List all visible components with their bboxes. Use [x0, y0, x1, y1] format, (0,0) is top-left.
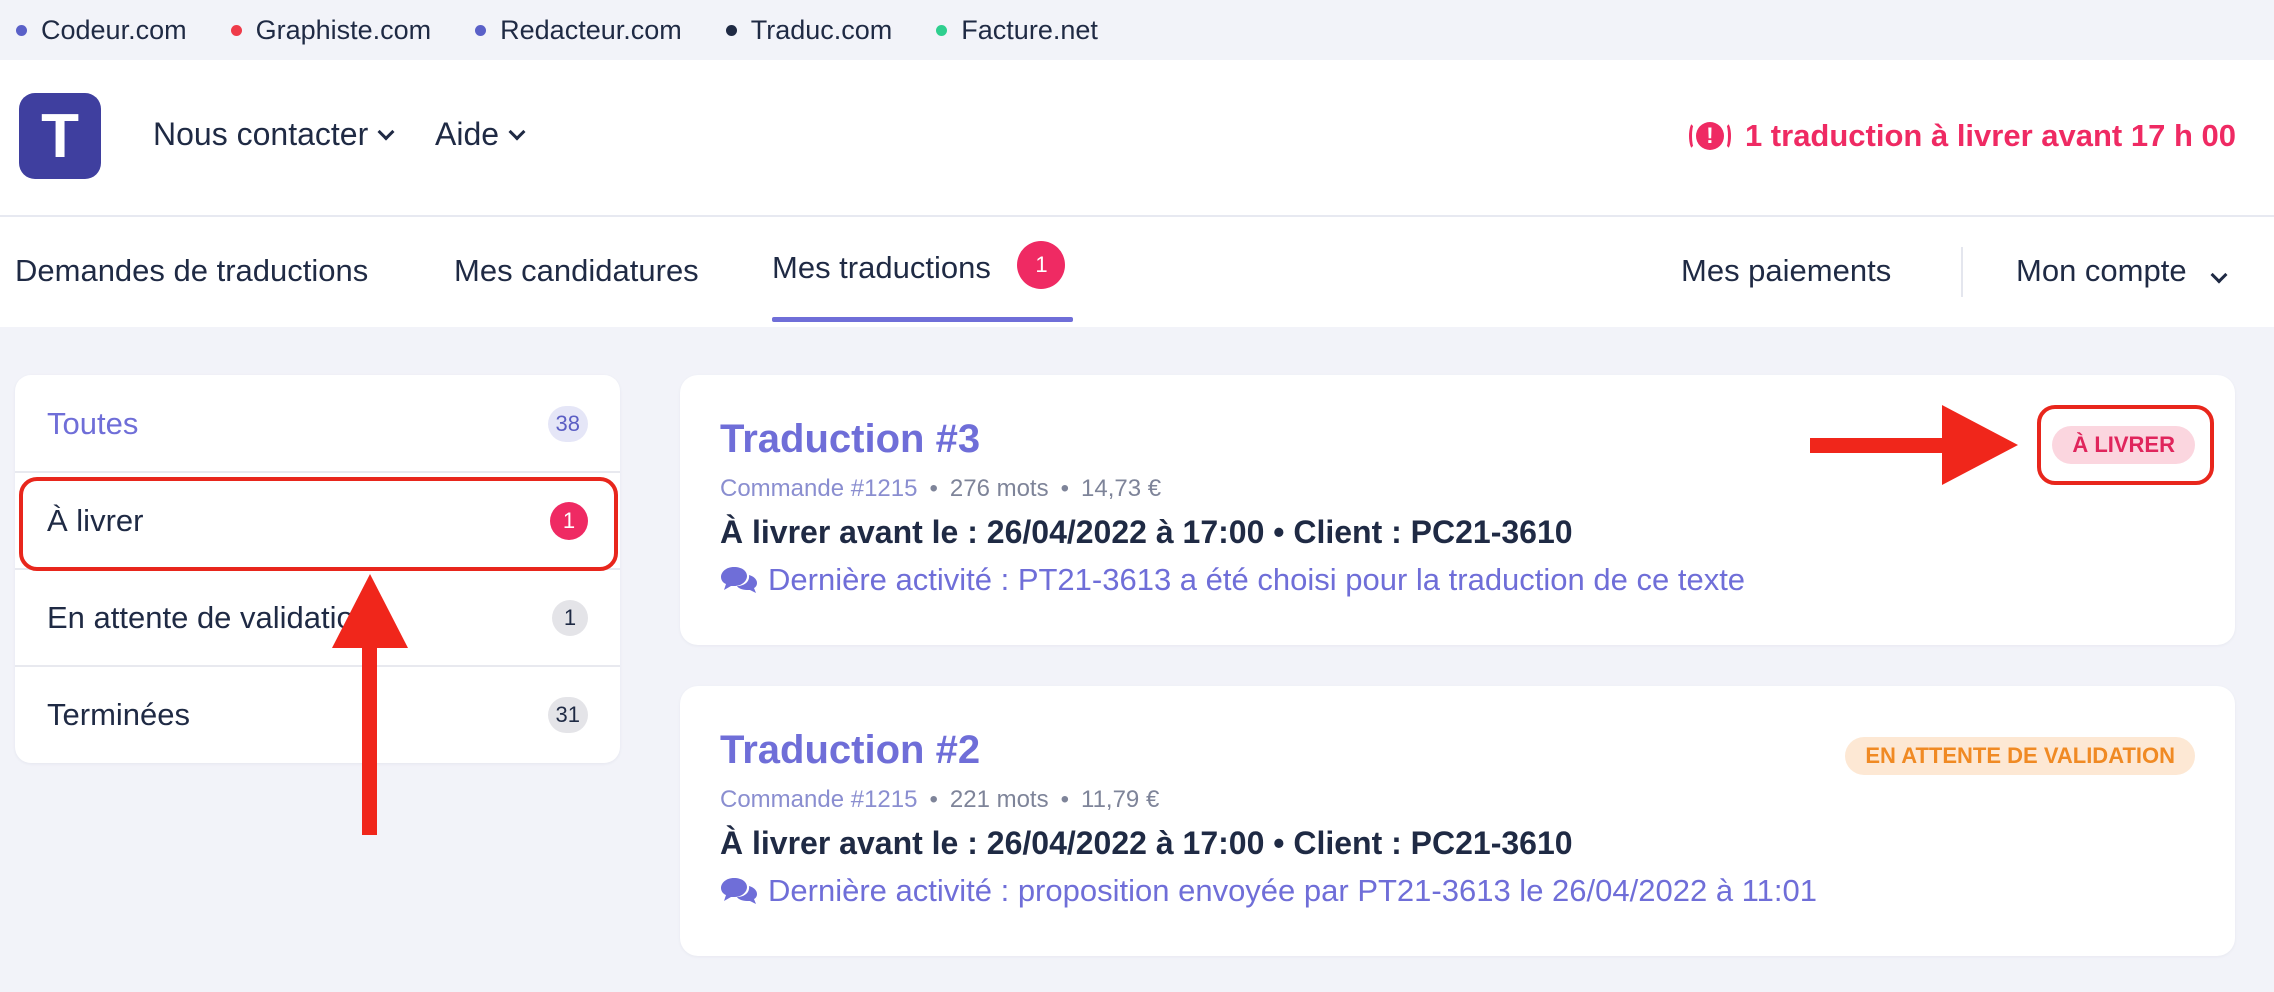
tab-my-translations[interactable]: Mes traductions 1 [772, 241, 1066, 289]
network-link-traduc[interactable]: Traduc.com [725, 14, 893, 46]
last-activity-text: Dernière activité : PT21-3613 a été choi… [768, 562, 1746, 597]
highlight-box-to-deliver [19, 477, 618, 571]
network-link-label: Codeur.com [41, 14, 187, 45]
chevron-down-icon [2210, 266, 2228, 284]
order-number: Commande #1215 [720, 786, 918, 813]
help-menu[interactable]: Aide [435, 116, 526, 153]
tab-label: Mes candidatures [454, 253, 699, 288]
translation-title[interactable]: Traduction #2 [720, 728, 980, 773]
help-menu-label: Aide [435, 116, 500, 152]
annotation-arrow-right-icon [1942, 405, 2018, 485]
translation-title[interactable]: Traduction #3 [720, 417, 980, 462]
network-link-redacteur[interactable]: Redacteur.com [475, 15, 682, 46]
logo-letter: T [41, 101, 79, 171]
highlight-box-status [2037, 405, 2214, 485]
bullet-dot-icon [230, 24, 242, 36]
tab-label: Mes traductions [772, 250, 991, 285]
filter-completed[interactable]: Terminées 31 [15, 666, 620, 763]
filter-all[interactable]: Toutes 38 [15, 375, 620, 472]
chevron-down-icon [508, 123, 526, 140]
active-tab-indicator [772, 317, 1073, 322]
filter-awaiting-validation[interactable]: En attente de validation 1 [15, 569, 620, 666]
site-header: T Nous contacter Aide ! 1 traduction à l… [0, 60, 2274, 217]
tab-label: Demandes de traductions [15, 253, 369, 288]
traduc-logo[interactable]: T [19, 93, 101, 179]
tab-account[interactable]: Mon compte [2016, 253, 2228, 289]
bullet-dot-icon [475, 24, 487, 36]
word-count: 276 mots [949, 475, 1049, 502]
tab-payments[interactable]: Mes paiements [1681, 253, 1891, 289]
word-count: 221 mots [949, 786, 1049, 813]
contact-menu-label: Nous contacter [153, 116, 369, 152]
price: 11,79 € [1081, 786, 1160, 813]
network-link-codeur[interactable]: Codeur.com [16, 15, 187, 46]
tab-label: Mes paiements [1681, 253, 1892, 288]
network-link-graphiste[interactable]: Graphiste.com [230, 14, 432, 46]
last-activity-text: Dernière activité : proposition envoyée … [768, 873, 1817, 908]
bullet-dot-icon [16, 24, 27, 36]
network-link-label: Facture.net [961, 14, 1098, 45]
chat-bubbles-icon [721, 567, 757, 593]
filter-count-badge: 31 [547, 696, 588, 733]
last-activity-link[interactable]: Dernière activité : proposition envoyée … [720, 873, 1817, 909]
filter-label: Toutes [47, 405, 139, 441]
filter-label: En attente de validation [47, 599, 372, 635]
network-link-facture[interactable]: Facture.net [936, 15, 1098, 46]
delivery-deadline: À livrer avant le : 26/04/2022 à 17:00 •… [720, 514, 1573, 550]
translation-card[interactable]: Traduction #2 Commande #1215 • 221 mots • 11… [680, 686, 2235, 956]
price: 14,73 € [1081, 475, 1162, 502]
status-badge: EN ATTENTE DE VALIDATION [1845, 737, 2195, 775]
annotation-arrow-right-shaft [1810, 438, 1950, 453]
network-link-label: Traduc.com [750, 14, 893, 45]
delivery-alert[interactable]: ! 1 traduction à livrer avant 17 h 00 [1688, 118, 2236, 154]
tab-label: Mon compte [2016, 253, 2187, 288]
network-link-label: Redacteur.com [500, 14, 682, 45]
filter-label: Terminées [47, 696, 190, 732]
contact-menu[interactable]: Nous contacter [153, 116, 395, 153]
bullet-dot-icon [725, 24, 737, 36]
bullet-dot-icon [936, 24, 948, 36]
network-link-label: Graphiste.com [255, 14, 432, 45]
annotation-arrow-up-shaft [362, 640, 377, 835]
tab-applications[interactable]: Mes candidatures [454, 253, 699, 289]
translation-meta: Commande #1215 • 221 mots • 11,79 € [720, 786, 1160, 813]
last-activity-link[interactable]: Dernière activité : PT21-3613 a été choi… [720, 562, 1745, 598]
chevron-down-icon [377, 123, 395, 140]
tab-translation-requests[interactable]: Demandes de traductions [15, 253, 368, 289]
delivery-alert-text: 1 traduction à livrer avant 17 h 00 [1744, 118, 2236, 153]
alert-mark: ! [1695, 122, 1724, 150]
order-number: Commande #1215 [720, 475, 918, 502]
translations-count-badge: 1 [1017, 241, 1066, 289]
delivery-deadline: À livrer avant le : 26/04/2022 à 17:00 •… [720, 825, 1573, 861]
main-tabs: Demandes de traductions Mes candidatures… [0, 217, 2274, 327]
chat-bubbles-icon [721, 878, 757, 904]
network-bar: Codeur.com Graphiste.com Redacteur.com T… [0, 0, 2274, 60]
tab-divider [1961, 247, 1963, 297]
annotation-arrow-up-icon [332, 574, 408, 648]
filter-count-badge: 38 [547, 405, 588, 442]
translation-meta: Commande #1215 • 276 mots • 14,73 € [720, 475, 1162, 502]
alert-icon: ! [1688, 119, 1731, 153]
filter-count-badge: 1 [552, 599, 588, 636]
